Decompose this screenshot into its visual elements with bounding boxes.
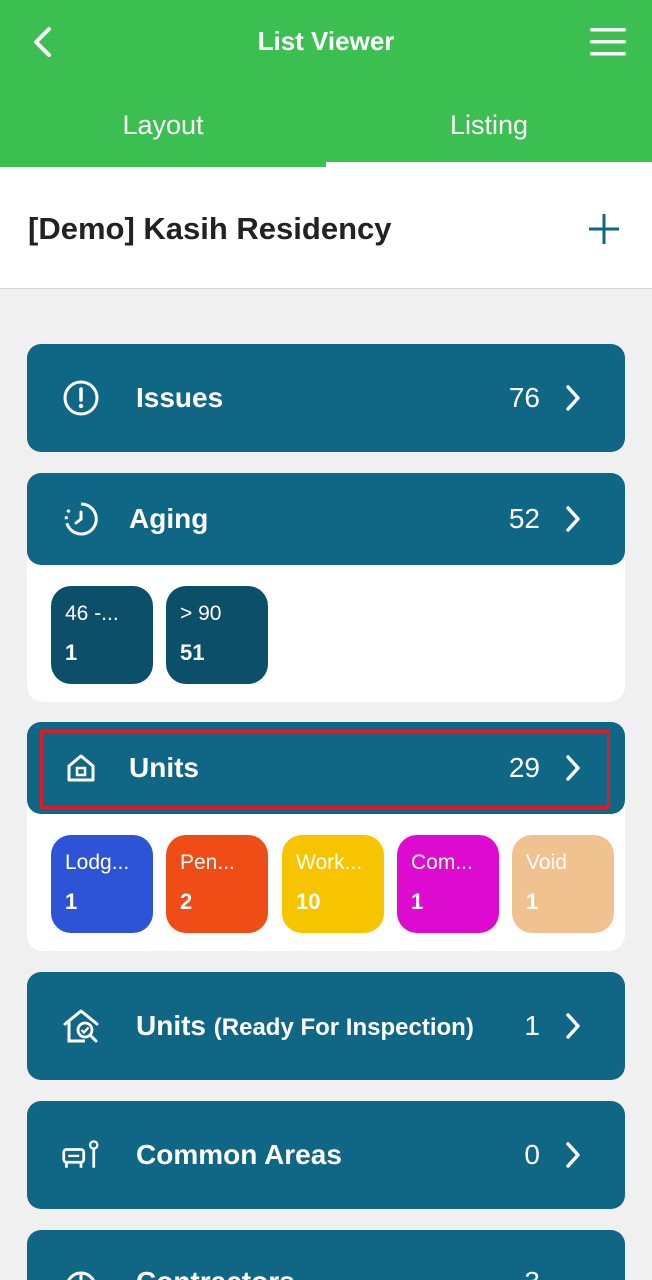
- units-ready-label: Units (Ready For Inspection): [136, 1010, 474, 1042]
- units-ready-card[interactable]: Units (Ready For Inspection) 1: [27, 972, 625, 1080]
- alert-circle-icon: [61, 378, 101, 418]
- add-button[interactable]: [582, 207, 626, 251]
- chip-count: 2: [180, 889, 193, 914]
- chip-label: Void: [526, 851, 567, 874]
- menu-button[interactable]: [586, 20, 630, 64]
- units-chip-work[interactable]: Work... 10: [282, 835, 384, 933]
- aging-card[interactable]: Aging 52: [27, 473, 625, 565]
- units-highlight-box: [40, 730, 610, 809]
- chevron-right-icon: [561, 502, 585, 536]
- units-chip-pending[interactable]: Pen... 2: [166, 835, 268, 933]
- chip-label: 46 -...: [65, 602, 119, 625]
- aging-label: Aging: [129, 503, 209, 534]
- chip-count: 10: [296, 889, 321, 914]
- hamburger-menu-icon: [590, 28, 626, 56]
- common-areas-card[interactable]: Common Areas 0: [27, 1101, 625, 1209]
- chip-count: 1: [65, 889, 78, 914]
- chip-label: Com...: [411, 851, 473, 874]
- common-areas-count: 0: [524, 1139, 540, 1170]
- aging-chip-90[interactable]: > 90 51: [166, 586, 268, 684]
- page-title: List Viewer: [257, 26, 395, 56]
- chevron-right-icon: [561, 381, 585, 415]
- common-areas-icon: [61, 1135, 101, 1175]
- chip-label: Pen...: [180, 851, 235, 874]
- chevron-right-icon: [561, 1138, 585, 1172]
- units-ready-title: Units: [136, 1010, 206, 1041]
- chevron-right-icon: [561, 1009, 585, 1043]
- project-name: [Demo] Kasih Residency: [28, 211, 392, 246]
- project-bar: [Demo] Kasih Residency: [0, 167, 652, 289]
- issues-count: 76: [508, 382, 540, 413]
- tab-listing[interactable]: Listing: [326, 100, 652, 167]
- aging-clock-icon: [61, 499, 101, 539]
- chip-count: 1: [411, 889, 424, 914]
- chip-count: 51: [180, 640, 205, 665]
- chip-label: > 90: [180, 602, 222, 625]
- aging-count: 52: [508, 503, 540, 534]
- helmet-icon: [61, 1260, 101, 1280]
- units-chip-void[interactable]: Void 1: [512, 835, 614, 933]
- units-ready-suffix: (Ready For Inspection): [213, 1014, 474, 1041]
- chip-label: Lodg...: [65, 851, 130, 874]
- aging-chip-46[interactable]: 46 -... 1: [51, 586, 153, 684]
- chip-label: Work...: [296, 851, 363, 874]
- plus-icon: [589, 214, 619, 244]
- tab-layout[interactable]: Layout: [0, 100, 326, 167]
- home-check-icon: [61, 1006, 101, 1046]
- units-chip-lodged[interactable]: Lodg... 1: [51, 835, 153, 933]
- chip-count: 1: [65, 640, 78, 665]
- chip-count: 1: [526, 889, 539, 914]
- issues-label: Issues: [136, 382, 224, 413]
- contractors-card[interactable]: Contractors 3: [27, 1230, 625, 1280]
- units-ready-count: 1: [524, 1010, 540, 1041]
- contractors-label: Contractors: [136, 1266, 295, 1280]
- app-header: List Viewer Layout Listing: [0, 0, 652, 167]
- common-areas-label: Common Areas: [136, 1139, 342, 1170]
- units-chip-completed[interactable]: Com... 1: [397, 835, 499, 933]
- issues-card[interactable]: Issues 76: [27, 344, 625, 452]
- contractors-count: 3: [524, 1266, 540, 1280]
